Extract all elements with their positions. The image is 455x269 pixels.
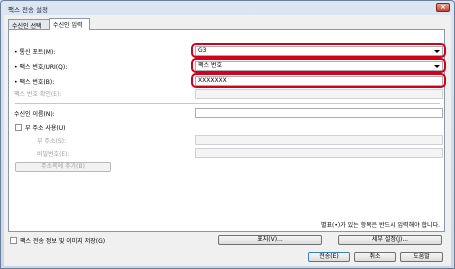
separator (15, 103, 440, 104)
details-button[interactable]: 세부 설정(J)... (338, 235, 442, 245)
password-label: 비밀번호(E): (37, 151, 70, 158)
chevron-down-icon (434, 50, 440, 53)
recipient-name-label: 수신인 이름(N): (14, 111, 55, 118)
fax-number-confirm-label: 팩스 번호 확인(E): (14, 91, 62, 98)
fax-send-settings-dialog: 팩스 전송 설정 × 수신인 선택 수신인 입력 • 통신 포트(M): G3 … (0, 0, 455, 269)
title-bar[interactable]: 팩스 전송 설정 × (1, 1, 454, 15)
port-select[interactable]: G3 (195, 46, 443, 56)
port-label: • 통신 포트(M): (14, 49, 56, 56)
fax-number-type-value: 팩스 번호 (198, 62, 222, 69)
cancel-button[interactable]: 취소 (354, 252, 396, 262)
sub-address-input[interactable] (195, 135, 443, 145)
close-icon: × (440, 3, 446, 11)
fax-number-label: • 팩스 번호(B): (14, 79, 55, 86)
recipient-name-input[interactable] (195, 108, 443, 118)
send-button[interactable]: 전송(E) (308, 252, 350, 262)
dialog-body: 수신인 선택 수신인 입력 • 통신 포트(M): G3 • 팩스 번호/URI… (4, 15, 451, 266)
tab-select-recipient[interactable]: 수신인 선택 (8, 19, 50, 30)
help-button[interactable]: 도움말 (400, 252, 443, 262)
fax-number-type-select[interactable]: 팩스 번호 (195, 61, 443, 71)
fax-number-confirm-input[interactable] (195, 89, 443, 99)
save-fax-info-label: 팩스 전송 정보 및 이미지 저장(G) (20, 238, 106, 245)
cover-sheet-button[interactable]: 표지(V)... (218, 235, 322, 245)
sub-address-label: 부 주소(S): (37, 138, 66, 145)
close-button[interactable]: × (436, 3, 450, 12)
use-sub-address-checkbox[interactable] (15, 124, 22, 131)
enter-recipient-panel: • 통신 포트(M): G3 • 팩스 번호/URI(Q): 팩스 번호 • 팩… (8, 29, 446, 232)
fax-number-type-label: • 팩스 번호/URI(Q): (14, 64, 68, 71)
window-title: 팩스 전송 설정 (8, 6, 49, 14)
chevron-down-icon (434, 65, 440, 68)
save-fax-info-checkbox[interactable] (10, 237, 17, 244)
password-input[interactable] (195, 148, 443, 158)
use-sub-address-label: 부 주소 사용(U) (25, 125, 66, 132)
port-value: G3 (198, 47, 207, 54)
required-fields-note: 별표(•)가 있는 항목은 반드시 입력해야 합니다. (320, 222, 440, 229)
fax-number-input[interactable]: XXXXXXX (195, 76, 443, 86)
add-to-address-book-button[interactable]: 주소록에 추가(B) (15, 162, 111, 172)
tab-enter-recipient[interactable]: 수신인 입력 (49, 18, 90, 30)
